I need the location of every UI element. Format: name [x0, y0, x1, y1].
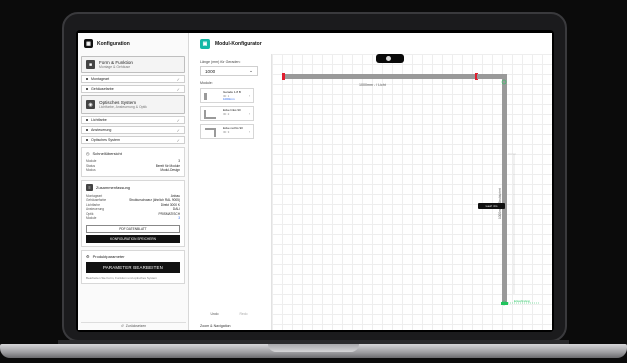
row-label: Optisches System: [91, 138, 120, 142]
check-icon: ✓: [176, 86, 180, 92]
overview-card: ◷ Schnellübersicht Module 3 Status Bereit f…: [81, 147, 185, 177]
chevron-down-icon: ⌄: [249, 68, 253, 73]
row-label: Ansteuerung: [91, 128, 112, 132]
row-label: Montageart: [91, 77, 110, 81]
row-montageart[interactable]: Montageart ✓: [81, 75, 185, 83]
params-card: ⚙ Produktparameter PARAMETER BEARBEITEN B…: [81, 249, 185, 284]
params-hint: Bearbeiten Sie Form, Funktion und optisc…: [86, 275, 157, 280]
app-screen: ▦ Konfiguration ■ Form & Funktion Montag…: [78, 33, 552, 330]
params-title: Produktparameter: [92, 253, 125, 259]
check-icon: ✓: [176, 137, 180, 143]
camera-pill: [376, 54, 404, 63]
row-optisches-system[interactable]: Optisches System ✓: [81, 136, 185, 144]
sidebar-header: ▦ Konfiguration: [78, 33, 188, 54]
row-ansteuerung[interactable]: Ansteuerung ✓: [81, 126, 185, 134]
config-sidebar: ▦ Konfiguration ■ Form & Funktion Montag…: [78, 33, 189, 330]
edit-parameters-button[interactable]: PARAMETER BEARBEITEN: [86, 261, 180, 273]
module-configurator: ▣ Modul-Konfigurator Länge (mm) für Gera…: [189, 33, 552, 330]
row-gehaeusefarbe[interactable]: Gehäusefarbe ✓: [81, 85, 185, 93]
chevron-right-icon: ›: [248, 112, 250, 116]
undo-button[interactable]: Undo: [200, 312, 229, 316]
module-straight-horizontal: [282, 74, 477, 79]
cube-icon: ■: [86, 60, 95, 69]
section-subtitle: Montage & Gehäuse: [99, 65, 131, 70]
camera-icon: [386, 56, 391, 61]
check-icon: ✓: [176, 127, 180, 133]
summary-title: Zusammenfassung: [96, 184, 131, 190]
undo-redo-bar: Undo Redo: [200, 312, 258, 316]
list-icon: ≡: [86, 183, 93, 191]
top-dimension-label: 1000mm - / Licht: [359, 83, 386, 87]
configurator-header: ▣ Modul-Konfigurator: [189, 33, 552, 54]
check-icon: ✓: [176, 117, 180, 123]
check-icon: ✓: [176, 76, 180, 82]
overview-title: Schnellübersicht: [92, 151, 122, 156]
tooltip-badge: Lauf: 4m: [478, 203, 505, 209]
grid-icon: ▦: [84, 39, 93, 48]
straight-module-icon: [204, 93, 207, 100]
clock-icon: ◷: [86, 151, 90, 156]
corner-right-icon: [205, 128, 216, 137]
module-card-straight[interactable]: Gerade 1.8 B ID: 1 1000mm ›: [200, 88, 254, 103]
layout-drawing: [282, 73, 540, 306]
section-optisches-system[interactable]: ◉ Optisches System Lichtfarbe, Ansteueru…: [81, 95, 185, 114]
section-subtitle: Lichtfarbe, Ansteuerung & Optik: [99, 105, 147, 110]
module-card-corner-right[interactable]: Ecke rechts 90 ID: 3 ›: [200, 124, 254, 139]
modules-label: Module:: [200, 81, 213, 85]
redo-button[interactable]: Redo: [229, 312, 258, 316]
layout-canvas[interactable]: 1000mm - / Licht 1000mm - Strukturiert E…: [271, 54, 552, 330]
module-panel: Länge (mm) für Geraden: 1000 ⌄ Module: Ge…: [189, 54, 261, 330]
reset-icon: ↺: [120, 324, 124, 328]
chevron-right-icon: ›: [248, 130, 250, 134]
configurator-title: Modul-Konfigurator: [215, 40, 262, 47]
pdf-datasheet-button[interactable]: PDF DATENBLATT: [86, 224, 180, 233]
summary-item: Module 3: [86, 216, 180, 220]
zoom-navigation-label: Zoom & Navigation: [200, 324, 231, 328]
stage: ▦ Konfiguration ■ Form & Funktion Montag…: [0, 0, 627, 363]
summary-card: ≡ Zusammenfassung Montageart Anbau Gehäuse…: [81, 179, 185, 247]
laptop-notch: [268, 344, 359, 352]
sidebar-title: Konfiguration: [97, 40, 130, 47]
row-label: Gehäusefarbe: [91, 87, 114, 91]
chevron-right-icon: ›: [248, 94, 250, 98]
module-icon: ▣: [200, 38, 210, 49]
endcap-left: [282, 73, 285, 80]
overview-item: Modus Modul-Design: [86, 168, 180, 172]
connector-badge: Eckverbindung: [514, 300, 530, 303]
row-label: Lichtfarbe: [91, 118, 107, 122]
module-straight-vertical: [502, 74, 507, 304]
section-form-funktion[interactable]: ■ Form & Funktion Montage & Gehäuse: [81, 56, 185, 73]
eye-icon: ◉: [86, 100, 95, 109]
save-configuration-button[interactable]: KONFIGURATION SPEICHERN: [86, 234, 180, 243]
length-label: Länge (mm) für Geraden:: [200, 60, 241, 64]
reset-button[interactable]: ↺ Zurücksetzen: [81, 322, 186, 329]
module-card-corner-left[interactable]: Ecke links 90 ID: 2 ›: [200, 106, 254, 121]
length-select[interactable]: 1000 ⌄: [200, 66, 258, 76]
row-lichtfarbe[interactable]: Lichtfarbe ✓: [81, 116, 185, 124]
sliders-icon: ⚙: [86, 253, 90, 259]
corner-left-icon: [204, 110, 216, 119]
